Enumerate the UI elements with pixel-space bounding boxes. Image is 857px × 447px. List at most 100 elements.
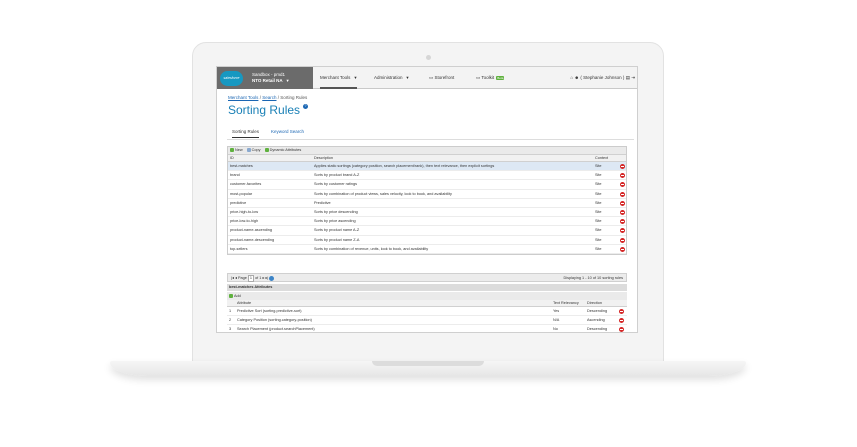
column-header-description[interactable]: Description [314, 156, 333, 160]
first-page-icon[interactable]: |◂ [231, 276, 234, 280]
rule-context: Site [595, 237, 602, 242]
breadcrumb-merchant-tools[interactable]: Merchant Tools [228, 95, 258, 100]
prev-page-icon[interactable]: ◂ [235, 276, 237, 280]
list-item[interactable]: 3 Search Placement (product.searchPlaceme… [227, 325, 627, 332]
rule-context: Site [595, 209, 602, 214]
table-row[interactable]: price-high-to-low Sorts by price descendi… [228, 208, 626, 218]
salesforce-logo: salesforce [220, 71, 243, 86]
tab-sorting-rules[interactable]: Sorting Rules [232, 128, 260, 138]
delete-icon[interactable] [620, 228, 625, 234]
direction: Descending [587, 309, 608, 313]
user-name[interactable]: ( Stephanie Johnson ) [580, 75, 624, 80]
breadcrumb-separator: / [277, 95, 280, 100]
column-header-direction[interactable]: Direction [587, 301, 602, 305]
column-header-text-relevancy[interactable]: Text Relevancy [553, 301, 579, 305]
rule-id: brand [230, 173, 240, 178]
home-icon[interactable]: ⌂ [570, 75, 573, 80]
table-row[interactable]: most-popular Sorts by combination of prod… [228, 190, 626, 199]
site-name[interactable]: NTO Retail NA ▼ [252, 78, 290, 83]
chevron-down-icon: ▼ [285, 78, 290, 83]
rule-context: Site [595, 191, 602, 196]
table-row[interactable]: price-low-to-high Sorts by price ascendin… [228, 217, 626, 227]
page-number-input[interactable]: 1 [247, 275, 254, 282]
webcam-dot [426, 55, 431, 60]
delete-icon[interactable] [620, 219, 625, 225]
delete-icon[interactable] [620, 246, 625, 252]
copy-icon [246, 148, 251, 152]
nav-toolkit[interactable]: ▭ Toolkit Beta [476, 67, 505, 89]
table-row[interactable]: predictive Predictive Site [228, 199, 626, 208]
delete-icon[interactable] [620, 182, 625, 188]
top-navigation-bar: salesforce Sandbox - pmd1 NTO Retail NA ▼… [217, 67, 637, 89]
delete-icon[interactable] [620, 200, 625, 206]
laptop-screen: salesforce Sandbox - pmd1 NTO Retail NA ▼… [216, 66, 638, 333]
rule-id: price-low-to-high [230, 219, 259, 224]
column-header-id[interactable]: ID [230, 156, 234, 160]
table-row[interactable]: best-matches Applies static sortings (cat… [228, 162, 626, 172]
table-row[interactable]: product-name-descending Sorts by product … [228, 236, 626, 245]
column-header-context[interactable]: Context [595, 156, 608, 160]
delete-icon[interactable] [620, 237, 625, 243]
grid-toolbar: New Copy Dynamic Attributes [228, 147, 626, 155]
rule-id: top-sellers [230, 246, 248, 251]
table-row[interactable]: top-sellers Sorts by combination of reven… [228, 245, 626, 254]
rule-context: Site [595, 246, 602, 251]
sorting-rules-grid: New Copy Dynamic Attributes ID Descripti… [227, 146, 627, 255]
rule-description: Sorts by customer ratings [314, 182, 358, 187]
text-relevancy: No [553, 327, 558, 331]
list-item[interactable]: 1 Predictive Sort (sorting.predictive-sor… [227, 307, 627, 316]
delete-icon[interactable] [620, 209, 625, 215]
logout-icon[interactable]: ⇥ [631, 75, 635, 80]
rule-description: Sorts by price ascending [314, 219, 356, 224]
rule-context: Site [595, 228, 602, 233]
rule-description: Sorts by product brand A-Z [314, 173, 360, 178]
delete-icon[interactable] [620, 191, 625, 197]
rule-id: product-name-ascending [230, 228, 273, 233]
laptop-notch [372, 361, 484, 366]
table-row[interactable]: customer-favorites Sorts by customer rati… [228, 180, 626, 190]
attributes-grid-header: Attribute Text Relevancy Direction [227, 300, 627, 307]
delete-icon[interactable] [620, 173, 625, 179]
help-doc-icon[interactable]: ▤ [626, 75, 630, 80]
tab-keyword-search[interactable]: Keyword Search [271, 128, 304, 138]
rule-context: Site [595, 219, 602, 224]
user-area: ⌂ ☻ ( Stephanie Johnson ) ▤ ⇥ [570, 67, 635, 89]
last-page-icon[interactable]: ▸| [265, 276, 268, 280]
row-number: 1 [229, 309, 232, 313]
delete-icon[interactable] [620, 164, 625, 169]
list-item[interactable]: 2 Category Position (sorting.category-pos… [227, 316, 627, 325]
column-header-attribute[interactable]: Attribute [237, 301, 251, 305]
help-icon[interactable]: ? [303, 104, 308, 109]
nav-administration[interactable]: Administration ▼ [374, 67, 409, 89]
attributes-grid: Attribute Text Relevancy Direction 1 Pred… [227, 300, 627, 332]
breadcrumb-search[interactable]: Search [262, 95, 276, 100]
nav-merchant-tools[interactable]: Merchant Tools ▼ [320, 67, 358, 89]
chevron-down-icon: ▼ [353, 75, 358, 80]
nav-storefront[interactable]: ▭ Storefront [429, 67, 454, 89]
page-count: of 1 [255, 276, 262, 280]
add-attribute-button[interactable]: Add [229, 294, 241, 298]
user-icon[interactable]: ☻ [574, 75, 579, 80]
copy-button[interactable]: Copy [246, 148, 261, 152]
rule-id: most-popular [230, 191, 253, 196]
chevron-down-icon: ▼ [405, 75, 410, 80]
table-row[interactable]: product-name-ascending Sorts by product n… [228, 226, 626, 236]
dynamic-attributes-button[interactable]: Dynamic Attributes [264, 148, 301, 152]
grid-header: ID Description Context [228, 155, 626, 162]
rule-id: predictive [230, 200, 247, 205]
table-row[interactable]: brand Sorts by product brand A-Z Site [228, 171, 626, 181]
refresh-icon[interactable] [269, 275, 275, 281]
beta-badge: Beta [496, 76, 505, 80]
site-selector[interactable]: salesforce Sandbox - pmd1 NTO Retail NA ▼ [217, 67, 313, 89]
new-button[interactable]: New [230, 148, 243, 152]
rule-description: Sorts by product name Z-A [314, 237, 360, 242]
delete-icon[interactable] [619, 309, 624, 314]
add-icon [230, 148, 234, 152]
delete-icon[interactable] [619, 327, 624, 332]
direction: Ascending [587, 318, 605, 322]
attributes-toolbar: Add [227, 292, 627, 300]
delete-icon[interactable] [619, 318, 624, 323]
page-title: Sorting Rules [228, 103, 301, 117]
attribute-name: Predictive Sort (sorting.predictive-sort… [237, 309, 302, 313]
rule-description: Sorts by product name A-Z [314, 228, 360, 233]
